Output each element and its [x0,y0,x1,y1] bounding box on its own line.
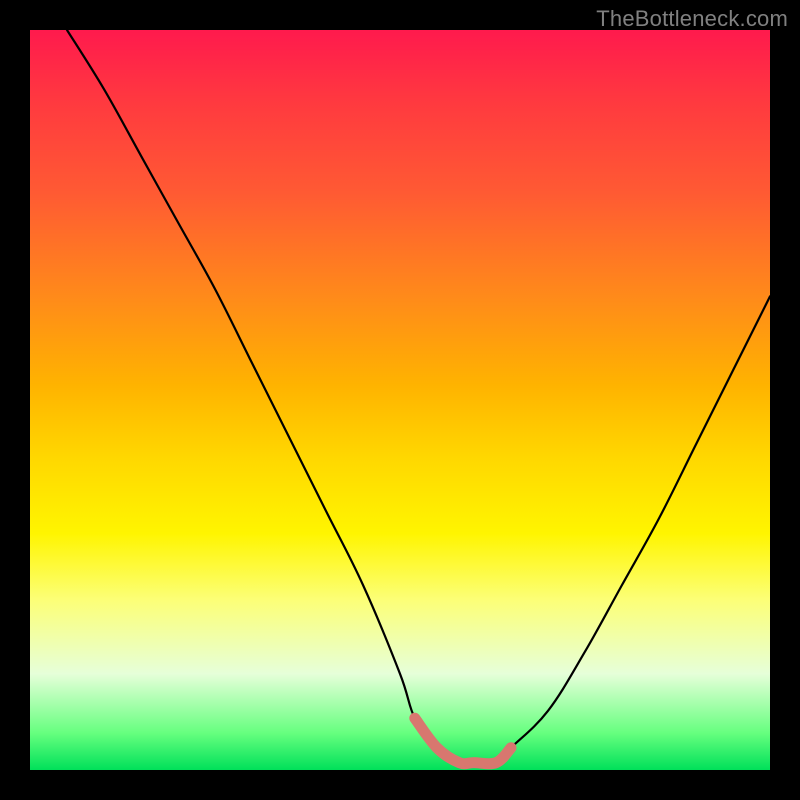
bottleneck-curve-path [67,30,770,764]
highlight-band-path [415,718,511,764]
plot-area [30,30,770,770]
chart-svg [30,30,770,770]
watermark-text: TheBottleneck.com [596,6,788,32]
chart-container: TheBottleneck.com [0,0,800,800]
